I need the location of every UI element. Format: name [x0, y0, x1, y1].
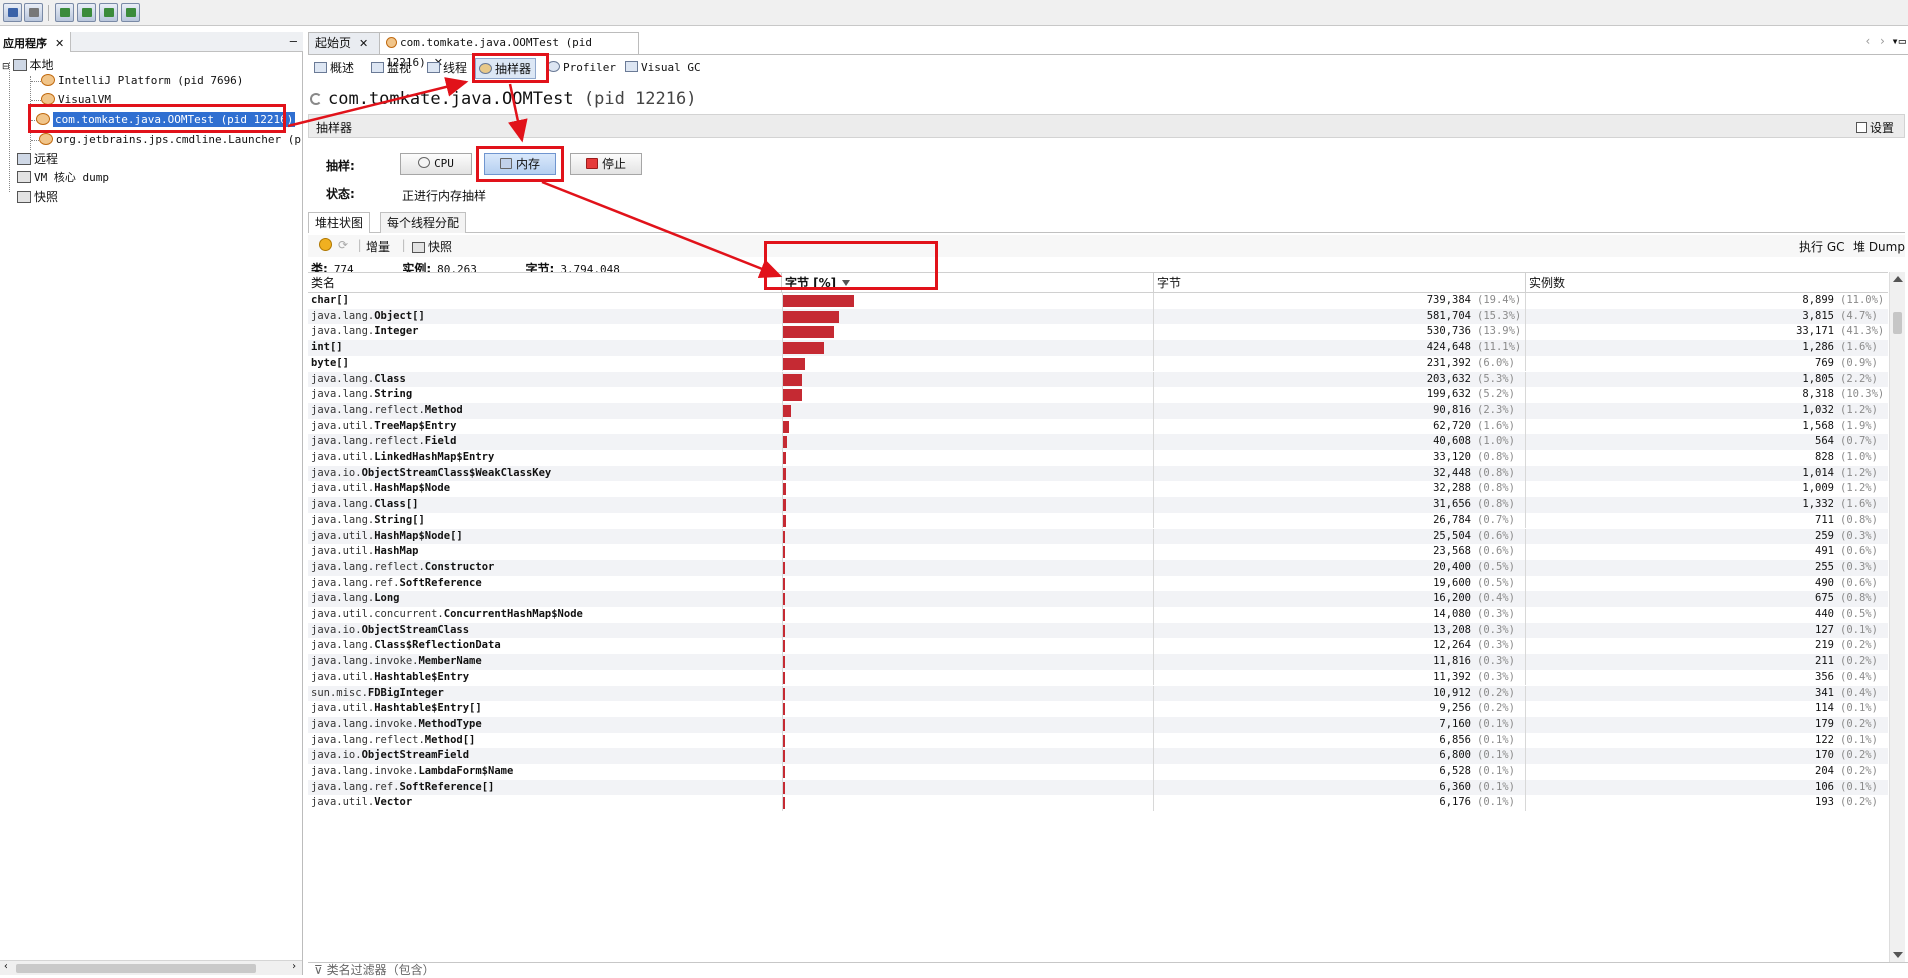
arrow-process-to-sampler — [287, 77, 469, 128]
annotation-arrows — [287, 77, 783, 278]
arrow-memory-to-column — [541, 180, 783, 278]
arrow-sampler-to-memory — [508, 83, 528, 143]
